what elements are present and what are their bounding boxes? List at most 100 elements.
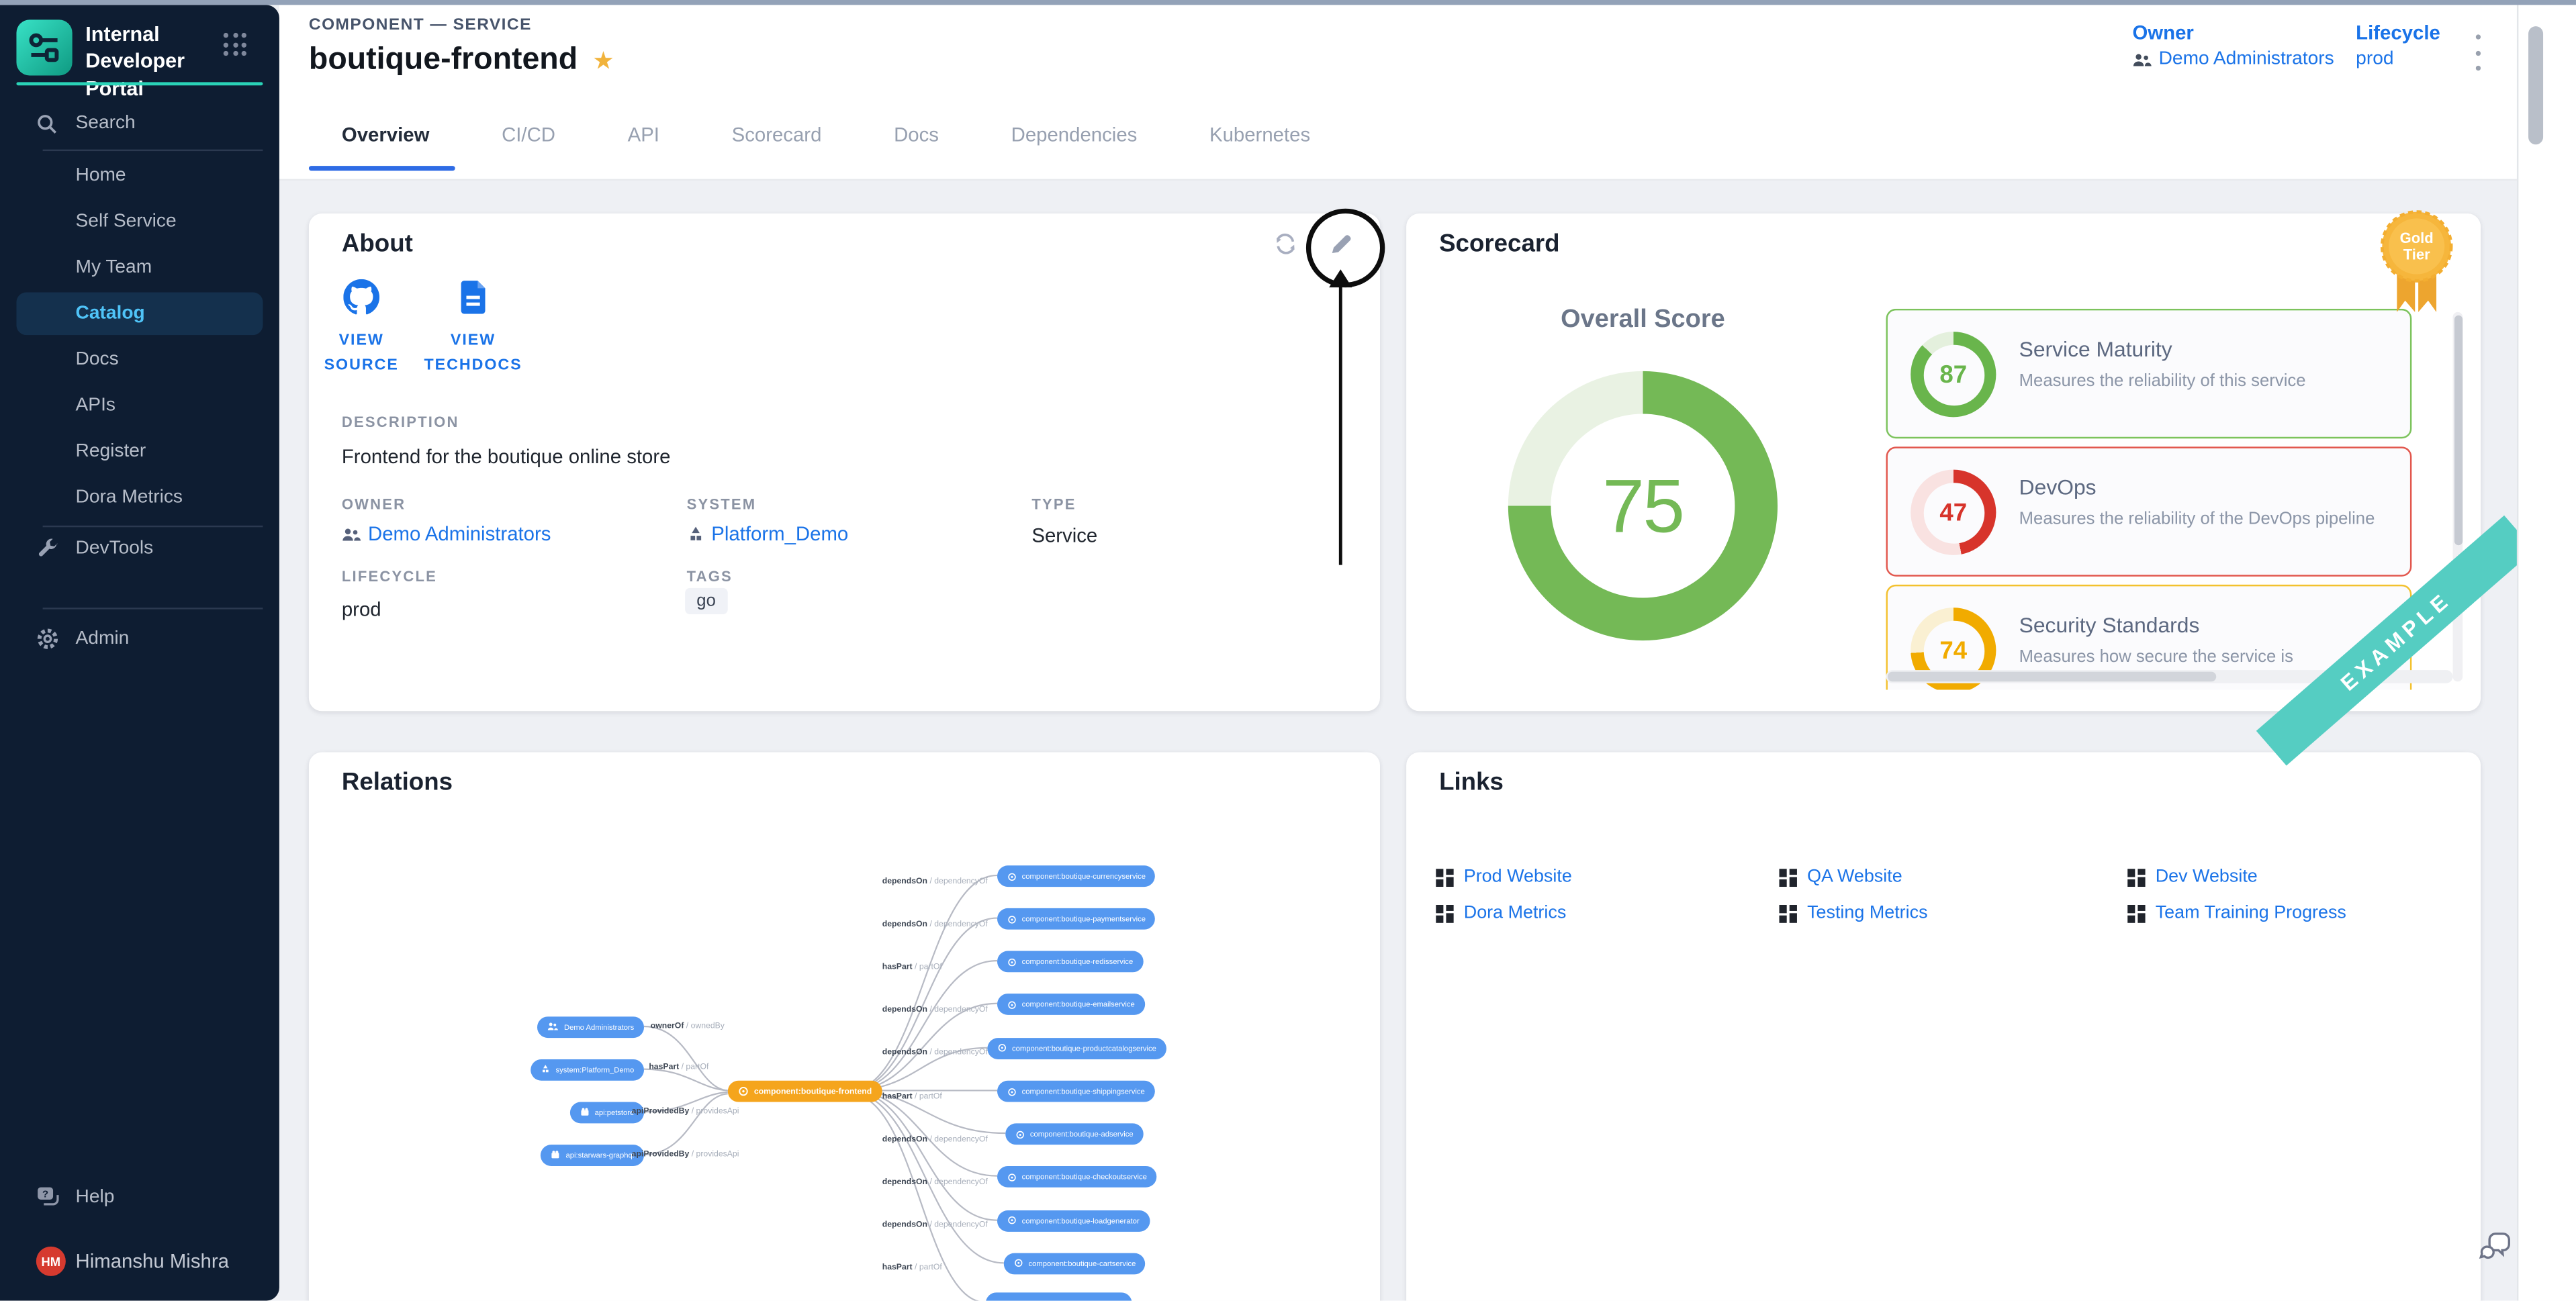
relation-node[interactable]: component:boutique-redisservice bbox=[997, 951, 1143, 973]
divider bbox=[43, 526, 263, 527]
about-title: About bbox=[342, 230, 413, 258]
chat-button[interactable] bbox=[2477, 1228, 2514, 1273]
divider bbox=[43, 608, 263, 609]
sidebar-item-catalog[interactable]: Catalog bbox=[0, 294, 279, 334]
tab-overview[interactable]: Overview bbox=[306, 123, 465, 146]
link-label: Dora Metrics bbox=[1464, 904, 1567, 923]
lifecycle-label: Lifecycle bbox=[2356, 21, 2440, 44]
sidebar-item-admin[interactable]: Admin bbox=[0, 619, 279, 659]
link-label: Prod Website bbox=[1464, 867, 1572, 887]
sidebar-item-label: My Team bbox=[76, 258, 152, 277]
link-label: Team Training Progress bbox=[2156, 904, 2346, 923]
tab-api[interactable]: API bbox=[592, 123, 696, 146]
group-icon bbox=[548, 1022, 559, 1032]
scorecard-card: Scorecard Gold Tier Overall Score 75 87 … bbox=[1406, 213, 2481, 711]
scorecard-title: Scorecard bbox=[1439, 230, 1560, 258]
edge-label: dependsOndependencyOf bbox=[882, 1004, 988, 1017]
apps-grid-icon[interactable] bbox=[224, 33, 246, 56]
links-card: Links Prod Website QA Website Dev Websit… bbox=[1406, 752, 2481, 1300]
svg-text:Tier: Tier bbox=[2403, 246, 2430, 263]
sidebar-item-docs[interactable]: Docs bbox=[0, 340, 279, 379]
relation-node-label: component:boutique-cartservice bbox=[1028, 1259, 1136, 1267]
link-dev-website[interactable]: Dev Website bbox=[2127, 867, 2454, 887]
relation-node[interactable]: component:boutique-paymentservice bbox=[997, 908, 1156, 930]
sidebar-item-apis[interactable]: APIs bbox=[0, 386, 279, 426]
sidebar-item-dora-metrics[interactable]: Dora Metrics bbox=[0, 478, 279, 518]
relation-node-demo-administrators[interactable]: Demo Administrators bbox=[538, 1016, 644, 1037]
sidebar-item-label: Admin bbox=[76, 629, 130, 648]
sidebar-user[interactable]: Himanshu Mishra bbox=[0, 1241, 279, 1281]
scorecard-item-service-maturity[interactable]: 87 Service MaturityMeasures the reliabil… bbox=[1886, 309, 2411, 438]
owner-field-link[interactable]: Demo Administrators bbox=[342, 522, 551, 545]
system-icon bbox=[687, 525, 705, 543]
relation-node-api-starwars-graphql[interactable]: api:starwars-graphql bbox=[541, 1144, 644, 1165]
edge-label: hasPartpartOf bbox=[649, 1061, 708, 1075]
component-icon bbox=[1015, 1129, 1025, 1139]
score-value: 47 bbox=[1911, 470, 1996, 555]
link-team-training-progress[interactable]: Team Training Progress bbox=[2127, 904, 2454, 923]
relation-node[interactable]: component:boutique-productcatalogservice bbox=[987, 1038, 1166, 1059]
more-options-icon[interactable] bbox=[2465, 31, 2491, 74]
relation-node-label: component:boutique-checkoutservice bbox=[1022, 1173, 1147, 1181]
refresh-icon bbox=[1273, 231, 1297, 256]
relation-node[interactable]: component:boutique-loadgenerator bbox=[997, 1210, 1149, 1231]
lifecycle-field-value: prod bbox=[342, 597, 381, 620]
relation-node[interactable]: component:boutique-emailservice bbox=[997, 994, 1144, 1016]
sidebar-item-my-team[interactable]: My Team bbox=[0, 248, 279, 287]
sidebar-item-help[interactable]: ? Help bbox=[0, 1177, 279, 1217]
owner-meta: Owner Demo Administrators bbox=[2132, 21, 2334, 69]
system-field-link[interactable]: Platform_Demo bbox=[687, 522, 849, 545]
sidebar-item-devtools[interactable]: DevTools bbox=[0, 529, 279, 569]
group-icon bbox=[342, 526, 361, 541]
sidebar-item-register[interactable]: Register bbox=[0, 432, 279, 471]
owner-field-value: Demo Administrators bbox=[368, 522, 551, 545]
page-scrollbar[interactable] bbox=[2517, 5, 2576, 1300]
dashboard-icon bbox=[2127, 904, 2146, 922]
link-qa-website[interactable]: QA Website bbox=[1779, 867, 2127, 887]
score-value: 87 bbox=[1911, 332, 1996, 417]
tab-cicd[interactable]: CI/CD bbox=[465, 123, 592, 146]
sidebar-item-home[interactable]: Home bbox=[0, 156, 279, 195]
score-ring: 87 bbox=[1911, 332, 1996, 417]
tab-scorecard[interactable]: Scorecard bbox=[696, 123, 858, 146]
tag-chip[interactable]: go bbox=[685, 588, 727, 614]
items-vertical-scrollbar[interactable] bbox=[2453, 312, 2463, 681]
links-grid: Prod Website QA Website Dev Website Dora… bbox=[1436, 867, 2454, 923]
lifecycle-field-label: LIFECYCLE bbox=[342, 568, 437, 584]
sidebar-item-self-service[interactable]: Self Service bbox=[0, 202, 279, 242]
link-label: Dev Website bbox=[2156, 867, 2258, 887]
score-value: 74 bbox=[1911, 608, 1996, 689]
link-label: Testing Metrics bbox=[1807, 904, 1927, 923]
refresh-button[interactable] bbox=[1272, 230, 1298, 256]
flow-logo-icon bbox=[25, 28, 64, 68]
edge-label: apiProvidedByprovidesApi bbox=[632, 1105, 739, 1118]
tab-dependencies[interactable]: Dependencies bbox=[975, 123, 1173, 146]
view-techdocs-action[interactable]: VIEW TECHDOCS bbox=[424, 279, 522, 379]
owner-link[interactable]: Demo Administrators bbox=[2132, 49, 2334, 68]
brand-logo-icon[interactable] bbox=[16, 19, 72, 75]
relation-node[interactable]: component:boutique-currencyservice bbox=[997, 865, 1156, 887]
relation-node-system-platform-demo[interactable]: system:Platform_Demo bbox=[531, 1059, 644, 1080]
relation-node[interactable]: component:boutique-adservice bbox=[1005, 1124, 1143, 1145]
relation-node[interactable]: component:boutique-cartservice bbox=[1004, 1253, 1146, 1274]
link-prod-website[interactable]: Prod Website bbox=[1436, 867, 1779, 887]
component-icon bbox=[1007, 1172, 1017, 1182]
favorite-star-icon[interactable]: ★ bbox=[592, 48, 614, 73]
tab-kubernetes[interactable]: Kubernetes bbox=[1173, 123, 1346, 146]
sidebar-item-label: Catalog bbox=[76, 304, 145, 324]
relation-node-label: component:boutique-productcatalogservice bbox=[1012, 1045, 1156, 1053]
tab-docs[interactable]: Docs bbox=[858, 123, 975, 146]
link-dora-metrics[interactable]: Dora Metrics bbox=[1436, 904, 1779, 923]
link-testing-metrics[interactable]: Testing Metrics bbox=[1779, 904, 2127, 923]
scorecard-item-devops[interactable]: 47 DevOpsMeasures the reliability of the… bbox=[1886, 446, 2411, 576]
relation-node-boutique-frontend[interactable]: component:boutique-frontend bbox=[728, 1081, 882, 1102]
sidebar-item-search[interactable]: Search bbox=[0, 103, 279, 143]
page-scrollbar-thumb[interactable] bbox=[2528, 26, 2543, 144]
score-item-description: Measures the reliability of this service bbox=[2019, 371, 2306, 391]
relation-node[interactable]: component:boutique-shippingservice bbox=[997, 1081, 1154, 1102]
view-source-action[interactable]: VIEW SOURCE bbox=[312, 279, 411, 379]
edge-label: dependsOndependencyOf bbox=[882, 918, 988, 931]
relation-node-partial[interactable] bbox=[986, 1293, 1132, 1301]
relation-node[interactable]: component:boutique-checkoutservice bbox=[997, 1167, 1157, 1188]
relation-node-label: component:boutique-adservice bbox=[1030, 1130, 1134, 1138]
